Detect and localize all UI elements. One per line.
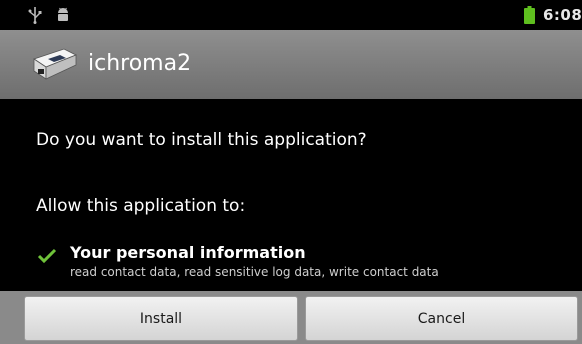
title-bar: ichroma2 xyxy=(0,30,582,99)
usb-icon xyxy=(28,7,42,24)
app-device-icon xyxy=(33,48,77,80)
button-bar: Install Cancel xyxy=(0,291,582,344)
status-clock: 6:08 xyxy=(543,6,582,24)
status-bar: 6:08 xyxy=(0,0,582,30)
check-icon xyxy=(37,248,57,264)
cancel-button[interactable]: Cancel xyxy=(305,296,578,341)
battery-icon xyxy=(524,6,535,24)
permission-detail: read contact data, read sensitive log da… xyxy=(70,265,439,279)
android-debug-icon xyxy=(58,7,68,21)
app-title: ichroma2 xyxy=(88,51,192,76)
install-button[interactable]: Install xyxy=(24,296,298,341)
install-prompt: Do you want to install this application? xyxy=(36,130,367,150)
permission-title[interactable]: Your personal information xyxy=(70,243,306,262)
install-dialog-screen: 6:08 ichroma2 Do you want to install thi… xyxy=(0,0,582,344)
permissions-heading: Allow this application to: xyxy=(36,196,246,216)
dialog-content: Do you want to install this application?… xyxy=(0,99,582,291)
